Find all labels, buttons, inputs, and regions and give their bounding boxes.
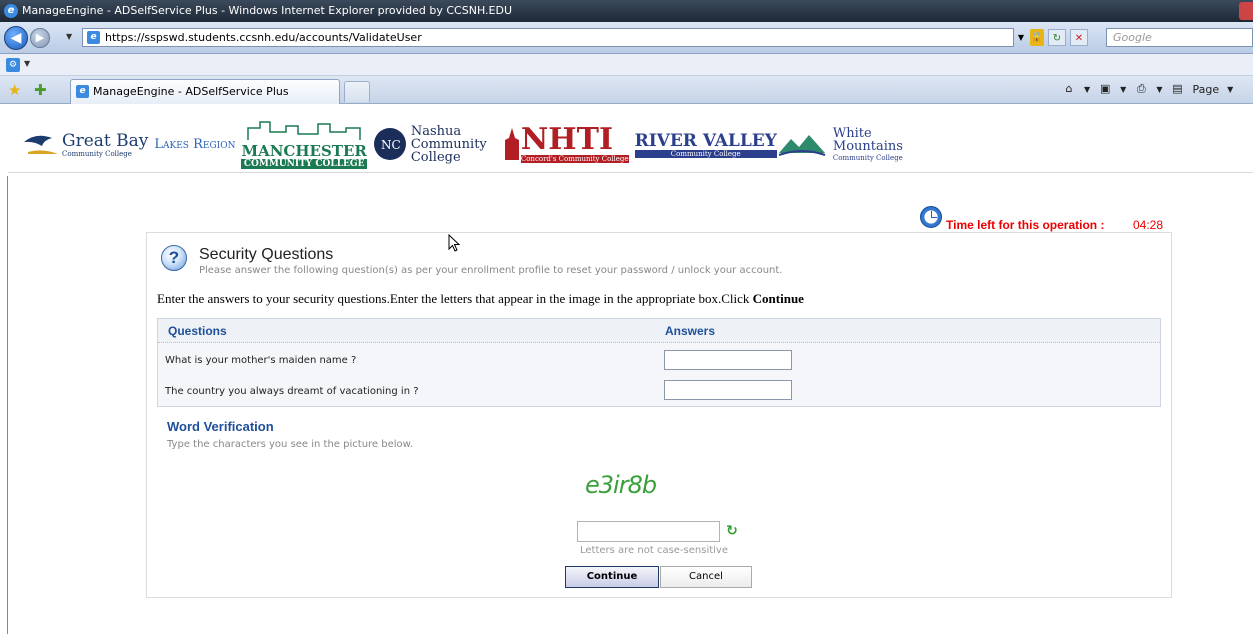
forward-button[interactable]: ▶ — [30, 28, 50, 48]
print-dropdown-icon[interactable]: ▼ — [1156, 85, 1162, 94]
cancel-button[interactable]: Cancel — [660, 566, 752, 588]
captcha-input[interactable] — [577, 521, 720, 542]
search-input[interactable]: Google — [1106, 28, 1253, 47]
logo-great-bay: Great Bay Community College — [22, 128, 148, 160]
address-dropdown-icon[interactable]: ▼ — [1016, 29, 1026, 46]
instructions-text: Enter the answers to your security quest… — [157, 291, 804, 307]
links-bar: ⚙ ▼ — [0, 54, 1253, 76]
timer-label: Time left for this operation : — [946, 218, 1105, 232]
nhti-sub: Concord's Community College — [520, 155, 629, 163]
manchester-sub: Community College — [241, 158, 367, 169]
nhti-building-icon — [504, 128, 519, 160]
page-menu-label[interactable]: Page — [1192, 83, 1219, 96]
back-button[interactable]: ◀ — [4, 26, 28, 50]
security-questions-description: Please answer the following question(s) … — [199, 265, 783, 276]
answers-column-header: Answers — [665, 324, 716, 338]
window-titlebar: e ManageEngine - ADSelfService Plus - Wi… — [0, 0, 1253, 22]
logo-nhti: NHTI Concord's Community College — [503, 125, 629, 163]
instructions-continue: Continue — [752, 291, 804, 306]
manchester-skyline-icon — [247, 120, 361, 140]
river-valley-sub: Community College — [634, 149, 777, 158]
address-tools: ▼ 🔒 ↻ ✕ — [1016, 28, 1088, 47]
favorites-star-icon[interactable]: ★ — [8, 81, 21, 99]
answer-1-input[interactable] — [664, 350, 792, 370]
home-icon[interactable]: ⌂ — [1062, 82, 1076, 96]
question-2-text: The country you always dreamt of vacatio… — [165, 386, 419, 397]
new-tab-button[interactable] — [344, 81, 370, 102]
page-menu-dropdown-icon[interactable]: ▼ — [1227, 85, 1233, 94]
links-icon[interactable]: ⚙ — [6, 58, 20, 72]
window-title: ManageEngine - ADSelfService Plus - Wind… — [22, 4, 512, 17]
left-border — [7, 176, 8, 634]
recent-pages-dropdown-icon[interactable]: ▼ — [66, 32, 72, 41]
logo-lakes-region: Lakes Region — [154, 138, 235, 151]
address-toolbar: ◀ ▶ ▼ e https://sspswd.students.ccsnh.ed… — [0, 22, 1253, 54]
add-favorite-icon[interactable]: ✚ — [34, 81, 47, 99]
logo-nashua: NC Nashua Community College — [373, 125, 497, 164]
white-mountains-name: White Mountains — [832, 125, 903, 154]
security-questions-panel: ? Security Questions Please answer the f… — [146, 232, 1172, 598]
great-bay-bird-icon — [24, 135, 58, 154]
lakes-region-name: Lakes Region — [154, 136, 236, 152]
help-question-icon: ? — [161, 245, 187, 271]
captcha-refresh-icon[interactable]: ↻ — [725, 523, 739, 539]
tab-title: ManageEngine - ADSelfService Plus — [93, 85, 289, 98]
feeds-dropdown-icon[interactable]: ▼ — [1120, 85, 1126, 94]
address-input[interactable]: e https://sspswd.students.ccsnh.edu/acco… — [82, 28, 1014, 47]
word-verification-title: Word Verification — [167, 419, 274, 434]
great-bay-name: Great Bay — [62, 130, 149, 151]
feeds-icon[interactable]: ▣ — [1098, 82, 1112, 96]
great-bay-sub: Community College — [62, 149, 132, 158]
clock-icon — [920, 206, 942, 228]
page-menu-icon[interactable]: ▤ — [1170, 82, 1184, 96]
command-bar: ⌂ ▼ ▣ ▼ ⎙ ▼ ▤ Page ▼ — [1062, 82, 1234, 96]
nashua-nc-seal-icon: NC — [373, 128, 406, 160]
close-window-icon[interactable] — [1239, 2, 1253, 20]
svg-text:NC: NC — [381, 138, 401, 152]
security-questions-title: Security Questions — [199, 246, 334, 263]
refresh-icon[interactable]: ↻ — [1048, 29, 1066, 46]
page-favicon-icon: e — [87, 31, 100, 44]
word-verification-description: Type the characters you see in the pictu… — [167, 439, 414, 450]
nashua-name: Nashua Community College — [410, 123, 487, 165]
college-logos: Great Bay Community College Lakes Region… — [22, 116, 909, 172]
questions-table-header: Questions Answers — [158, 319, 1160, 343]
home-dropdown-icon[interactable]: ▼ — [1084, 85, 1090, 94]
questions-table: Questions Answers What is your mother's … — [157, 318, 1161, 407]
river-valley-mountain-icon — [778, 135, 826, 156]
stop-icon[interactable]: ✕ — [1070, 29, 1088, 46]
logo-white-mountains: White Mountains Community College — [833, 127, 903, 162]
timer-value: 04:28 — [1133, 218, 1164, 232]
case-sensitivity-note: Letters are not case-sensitive — [580, 545, 729, 556]
tab-favicon-icon: e — [76, 85, 89, 98]
print-icon[interactable]: ⎙ — [1134, 82, 1148, 96]
page-content: Great Bay Community College Lakes Region… — [0, 104, 1253, 634]
questions-column-header: Questions — [168, 324, 227, 338]
address-url: https://sspswd.students.ccsnh.edu/accoun… — [105, 31, 422, 44]
white-mountains-sub: Community College — [832, 153, 903, 162]
lock-icon[interactable]: 🔒 — [1030, 29, 1044, 46]
header-divider — [8, 172, 1253, 173]
river-valley-name: River Valley — [634, 130, 777, 151]
tab-current[interactable]: e ManageEngine - ADSelfService Plus — [70, 79, 340, 104]
mouse-cursor-icon — [448, 234, 461, 252]
continue-button[interactable]: Continue — [565, 566, 659, 588]
logo-river-valley: River Valley Community College — [634, 130, 827, 158]
logo-manchester: Manchester Community College — [241, 120, 367, 169]
manchester-name: Manchester — [241, 141, 367, 160]
tab-bar: ★ ✚ e ManageEngine - ADSelfService Plus … — [0, 76, 1253, 104]
captcha-image: e3ir8b — [585, 471, 657, 499]
links-dropdown-icon[interactable]: ▼ — [24, 59, 30, 68]
ie-logo-icon: e — [4, 4, 18, 18]
search-placeholder: Google — [1113, 31, 1152, 44]
nhti-name: NHTI — [520, 122, 613, 157]
answer-2-input[interactable] — [664, 380, 792, 400]
question-1-text: What is your mother's maiden name ? — [165, 355, 357, 366]
instructions-prefix: Enter the answers to your security quest… — [157, 291, 753, 306]
